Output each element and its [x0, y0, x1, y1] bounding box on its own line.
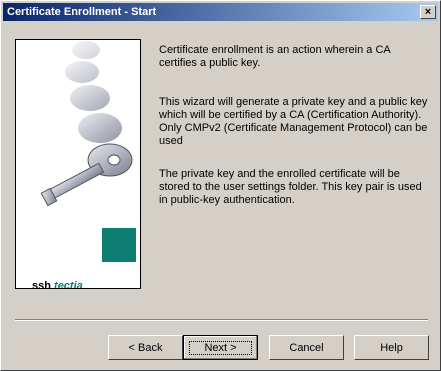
brand-logo: ssh tectia — [32, 280, 83, 289]
button-separator — [15, 319, 428, 321]
back-button[interactable]: < Back — [108, 335, 183, 360]
brand-logo-mark — [102, 228, 136, 262]
next-button-label: Next > — [189, 340, 252, 355]
cancel-button-label: Cancel — [289, 341, 324, 354]
close-icon: × — [424, 5, 432, 18]
logo-ssh: ssh — [32, 280, 51, 289]
key-icon — [40, 143, 133, 207]
help-button-label: Help — [380, 341, 403, 354]
close-button[interactable]: × — [420, 5, 436, 19]
window-title: Certificate Enrollment - Start — [7, 6, 157, 18]
intro-paragraph: Certificate enrollment is an action wher… — [159, 44, 391, 69]
wizard-window: Certificate Enrollment - Start × ssh tec… — [0, 0, 441, 371]
storage-note: The private key and the enrolled certifi… — [159, 168, 422, 206]
wizard-description: This wizard will generate a private key … — [159, 96, 428, 147]
logo-tectia: tectia — [54, 280, 83, 289]
next-button[interactable]: Next > — [183, 335, 258, 360]
wizard-banner: ssh tectia — [15, 39, 141, 289]
title-bar: Certificate Enrollment - Start × — [3, 3, 438, 21]
back-button-label: < Back — [128, 341, 163, 354]
keys-illustration — [40, 41, 133, 207]
help-button[interactable]: Help — [354, 335, 429, 360]
cancel-button[interactable]: Cancel — [269, 335, 344, 360]
